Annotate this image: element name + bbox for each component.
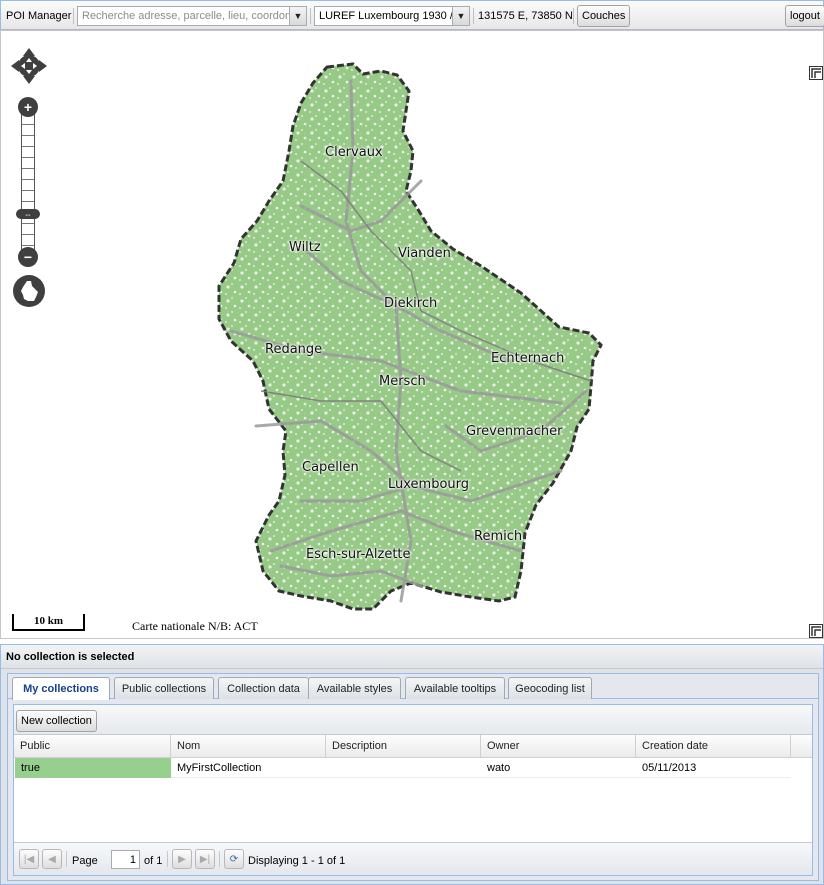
cell-description[interactable] <box>326 758 481 778</box>
app-title: POI Manager <box>6 10 72 22</box>
column-header-creation-date[interactable]: Creation date <box>636 735 791 758</box>
tab-available-tooltips[interactable]: Available tooltips <box>405 677 505 699</box>
previous-page-icon[interactable]: ◀ <box>42 849 62 869</box>
tab-geocoding-list[interactable]: Geocoding list <box>508 677 592 699</box>
city-label: Diekirch <box>384 296 438 311</box>
first-page-icon[interactable]: |◀ <box>19 849 39 869</box>
my-collections-grid: New collection Public Nom Description Ow… <box>13 704 813 876</box>
paging-separator <box>219 851 220 867</box>
city-label: Grevenmacher <box>466 424 563 439</box>
scale-bar: 10 km <box>12 614 85 631</box>
cell-public[interactable]: true <box>15 758 171 778</box>
zoom-track[interactable] <box>21 113 35 253</box>
zoom-slider-handle[interactable]: ⇔ <box>16 209 40 219</box>
page-count-label: of 1 <box>144 855 163 867</box>
country-outline-icon <box>21 281 38 301</box>
expand-map-icon[interactable] <box>809 624 823 638</box>
map-viewport[interactable]: Clervaux Wiltz Vianden Diekirch Redange … <box>0 30 824 639</box>
tab-public-collections[interactable]: Public collections <box>114 677 214 699</box>
paging-display-text: Displaying 1 - 1 of 1 <box>248 855 346 867</box>
layers-button[interactable]: Couches <box>577 5 631 27</box>
column-header-owner[interactable]: Owner <box>481 735 636 758</box>
search-combo[interactable]: Recherche adresse, parcelle, lieu, coord… <box>77 6 307 26</box>
grid-header: Public Nom Description Owner Creation da… <box>14 735 812 758</box>
collections-tabpanel: My collections Public collections Collec… <box>7 673 819 881</box>
logout-button[interactable]: logout <box>785 5 824 27</box>
city-label: Clervaux <box>325 145 383 160</box>
table-row[interactable]: true MyFirstCollection wato 05/11/2013 <box>14 758 791 778</box>
zoom-to-extent-button[interactable] <box>13 275 45 307</box>
city-label: Mersch <box>379 374 426 389</box>
toolbar-separator <box>473 8 474 24</box>
overview-map-toggle-icon[interactable] <box>809 66 823 80</box>
tab-collection-data[interactable]: Collection data <box>218 677 309 699</box>
cell-creation-date[interactable]: 05/11/2013 <box>636 758 791 778</box>
page-label: Page <box>72 855 98 867</box>
map-attribution: Carte nationale N/B: ACT <box>132 619 258 633</box>
tab-available-styles[interactable]: Available styles <box>308 677 401 699</box>
city-label: Echternach <box>491 351 565 366</box>
toolbar-separator <box>73 8 74 24</box>
cell-owner[interactable]: wato <box>481 758 636 778</box>
column-header-public[interactable]: Public <box>14 735 171 758</box>
toolbar-separator <box>573 8 574 24</box>
city-label: Redange <box>265 342 323 357</box>
column-header-nom[interactable]: Nom <box>171 735 326 758</box>
next-page-icon[interactable]: ▶ <box>172 849 192 869</box>
page-number-input[interactable] <box>111 850 140 869</box>
zoom-out-icon[interactable]: − <box>18 247 38 267</box>
coordinate-readout: 131575 E, 73850 N <box>478 10 573 22</box>
last-page-icon[interactable]: ▶| <box>195 849 215 869</box>
paging-toolbar: |◀ ◀ Page of 1 ▶ ▶| ⟳ Displaying 1 - 1 o… <box>14 842 812 875</box>
tab-strip: My collections Public collections Collec… <box>8 677 818 700</box>
toolbar-separator <box>310 8 311 24</box>
paging-separator <box>167 851 168 867</box>
grid-toolbar: New collection <box>14 705 812 735</box>
zoom-in-icon[interactable]: + <box>18 97 38 117</box>
luxembourg-map <box>217 62 603 611</box>
pan-control-icon[interactable] <box>11 48 47 84</box>
projection-select[interactable]: LUREF Luxembourg 1930 / ▼ <box>314 6 470 26</box>
collections-panel: No collection is selected My collections… <box>0 644 824 885</box>
tab-my-collections[interactable]: My collections <box>12 677 110 700</box>
cell-nom[interactable]: MyFirstCollection <box>171 758 326 778</box>
projection-value: LUREF Luxembourg 1930 / <box>319 10 452 22</box>
chevron-down-icon[interactable]: ▼ <box>289 7 306 25</box>
chevron-down-icon[interactable]: ▼ <box>452 7 469 25</box>
city-label: Wiltz <box>289 240 321 255</box>
column-header-description[interactable]: Description <box>326 735 481 758</box>
zoom-bar: + ⇔ − <box>16 97 40 267</box>
city-label: Vianden <box>398 246 451 261</box>
search-input[interactable]: Recherche adresse, parcelle, lieu, coord… <box>78 10 289 22</box>
panel-status: No collection is selected <box>1 645 823 669</box>
new-collection-button[interactable]: New collection <box>16 710 97 732</box>
refresh-icon[interactable]: ⟳ <box>224 849 244 869</box>
top-toolbar: POI Manager Recherche adresse, parcelle,… <box>0 0 824 30</box>
city-label: Capellen <box>302 460 359 475</box>
paging-separator <box>66 851 67 867</box>
city-label: Luxembourg <box>388 477 470 492</box>
city-label: Remich <box>474 529 523 544</box>
city-label: Esch-sur-Alzette <box>306 547 411 562</box>
